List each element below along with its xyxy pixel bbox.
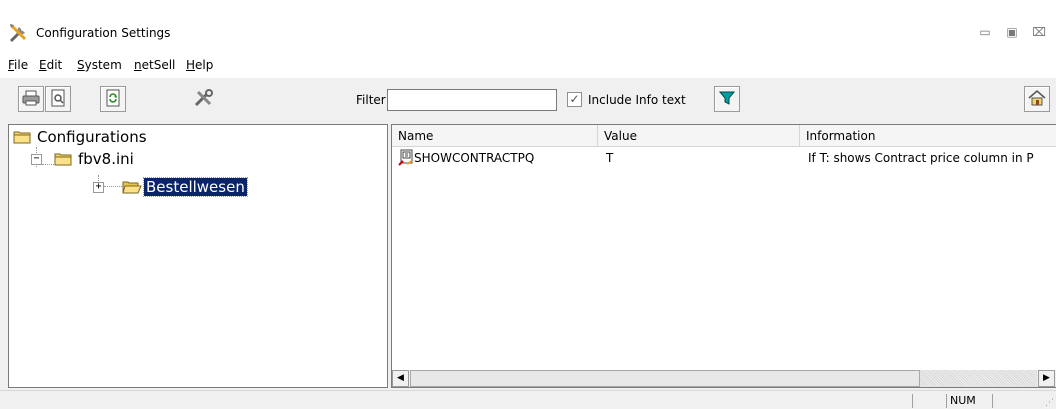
title-bar: Configuration Settings ▭ ▣ ⌧ <box>0 0 1056 52</box>
menu-edit[interactable]: Edit <box>39 58 62 72</box>
tree-label-fbv8: fbv8.ini <box>78 150 134 168</box>
tools-icon <box>8 22 30 44</box>
collapse-icon[interactable]: − <box>31 153 42 165</box>
home-button[interactable] <box>1024 86 1050 112</box>
resize-grip[interactable]: ⋰ <box>1045 398 1054 408</box>
home-icon <box>1028 89 1046 109</box>
column-header-name[interactable]: Name <box>392 125 598 147</box>
window-title: Configuration Settings <box>36 26 171 40</box>
scroll-track[interactable] <box>920 370 1037 387</box>
include-info-checkbox[interactable]: ✓ <box>567 92 582 107</box>
print-preview-button[interactable] <box>45 86 71 112</box>
scroll-right-button[interactable]: ▶ <box>1038 370 1055 387</box>
scroll-left-button[interactable]: ◀ <box>392 370 409 387</box>
status-separator <box>946 394 947 408</box>
expand-icon[interactable]: + <box>93 181 104 193</box>
tools-icon <box>193 88 215 111</box>
menu-help-label: elp <box>195 58 214 72</box>
funnel-icon <box>718 90 736 109</box>
entry-information: If T: shows Contract price column in P <box>808 151 1034 165</box>
entry-value: T <box>606 151 614 165</box>
menu-help-mnemonic: H <box>186 58 196 72</box>
table-row[interactable]: SHOWCONTRACTPQ T If T: shows Contract pr… <box>392 149 1056 167</box>
tree-label-bestellwesen: Bestellwesen <box>143 177 248 197</box>
filter-label: Filter <box>356 93 386 107</box>
menu-system[interactable]: System <box>77 58 122 72</box>
filter-input[interactable] <box>387 89 557 111</box>
folder-icon <box>54 152 72 166</box>
tools-button[interactable] <box>184 86 224 112</box>
settings-list[interactable]: Name Value Information SHOWCONTRACTPQ T … <box>391 124 1056 388</box>
menu-bar: File Edit System netSell Help <box>0 52 1056 78</box>
config-entry-icon <box>398 149 414 170</box>
status-separator <box>992 394 993 408</box>
scroll-thumb[interactable] <box>410 370 920 387</box>
column-header-value[interactable]: Value <box>598 125 800 147</box>
menu-system-mnemonic: S <box>77 58 85 72</box>
menu-edit-mnemonic: E <box>39 58 47 72</box>
close-button[interactable]: ⌧ <box>1030 24 1048 40</box>
refresh-button[interactable] <box>100 86 126 112</box>
menu-system-label: ystem <box>84 58 122 72</box>
tree-item-fbv8[interactable]: − fbv8.ini <box>31 149 136 169</box>
menu-file[interactable]: File <box>8 58 28 72</box>
toolbar: Filter ✓ Include Info text <box>0 78 1056 122</box>
status-separator <box>912 394 913 408</box>
menu-netsell[interactable]: netSell <box>134 58 175 72</box>
refresh-icon <box>105 89 121 110</box>
apply-filter-button[interactable] <box>714 86 740 112</box>
maximize-button[interactable]: ▣ <box>1003 24 1021 40</box>
print-button[interactable] <box>18 86 44 112</box>
status-bar: NUM ⋰ <box>0 390 1056 409</box>
menu-help[interactable]: Help <box>186 58 213 72</box>
menu-netsell-mnemonic: n <box>134 58 142 72</box>
num-lock-indicator: NUM <box>950 394 976 407</box>
tree-item-configurations[interactable]: Configurations <box>13 127 149 147</box>
minimize-button[interactable]: ▭ <box>976 24 994 40</box>
column-header-information[interactable]: Information <box>800 125 1056 147</box>
folder-open-icon <box>122 180 142 194</box>
horizontal-scrollbar[interactable]: ◀ ▶ <box>392 370 1056 387</box>
tree-item-bestellwesen[interactable]: + Bestellwesen <box>93 177 248 197</box>
menu-netsell-label: etSell <box>141 58 176 72</box>
entry-name: SHOWCONTRACTPQ <box>414 151 535 165</box>
menu-edit-label: dit <box>46 58 63 72</box>
print-preview-icon <box>50 89 66 110</box>
tree-label-configurations: Configurations <box>37 128 147 146</box>
folder-icon <box>13 130 31 144</box>
menu-file-label: ile <box>14 58 29 72</box>
include-info-label: Include Info text <box>588 93 686 107</box>
config-tree[interactable]: Configurations − fbv8.ini + Bestellwesen <box>8 124 388 388</box>
list-header: Name Value Information <box>392 125 1056 147</box>
printer-icon <box>22 90 40 109</box>
